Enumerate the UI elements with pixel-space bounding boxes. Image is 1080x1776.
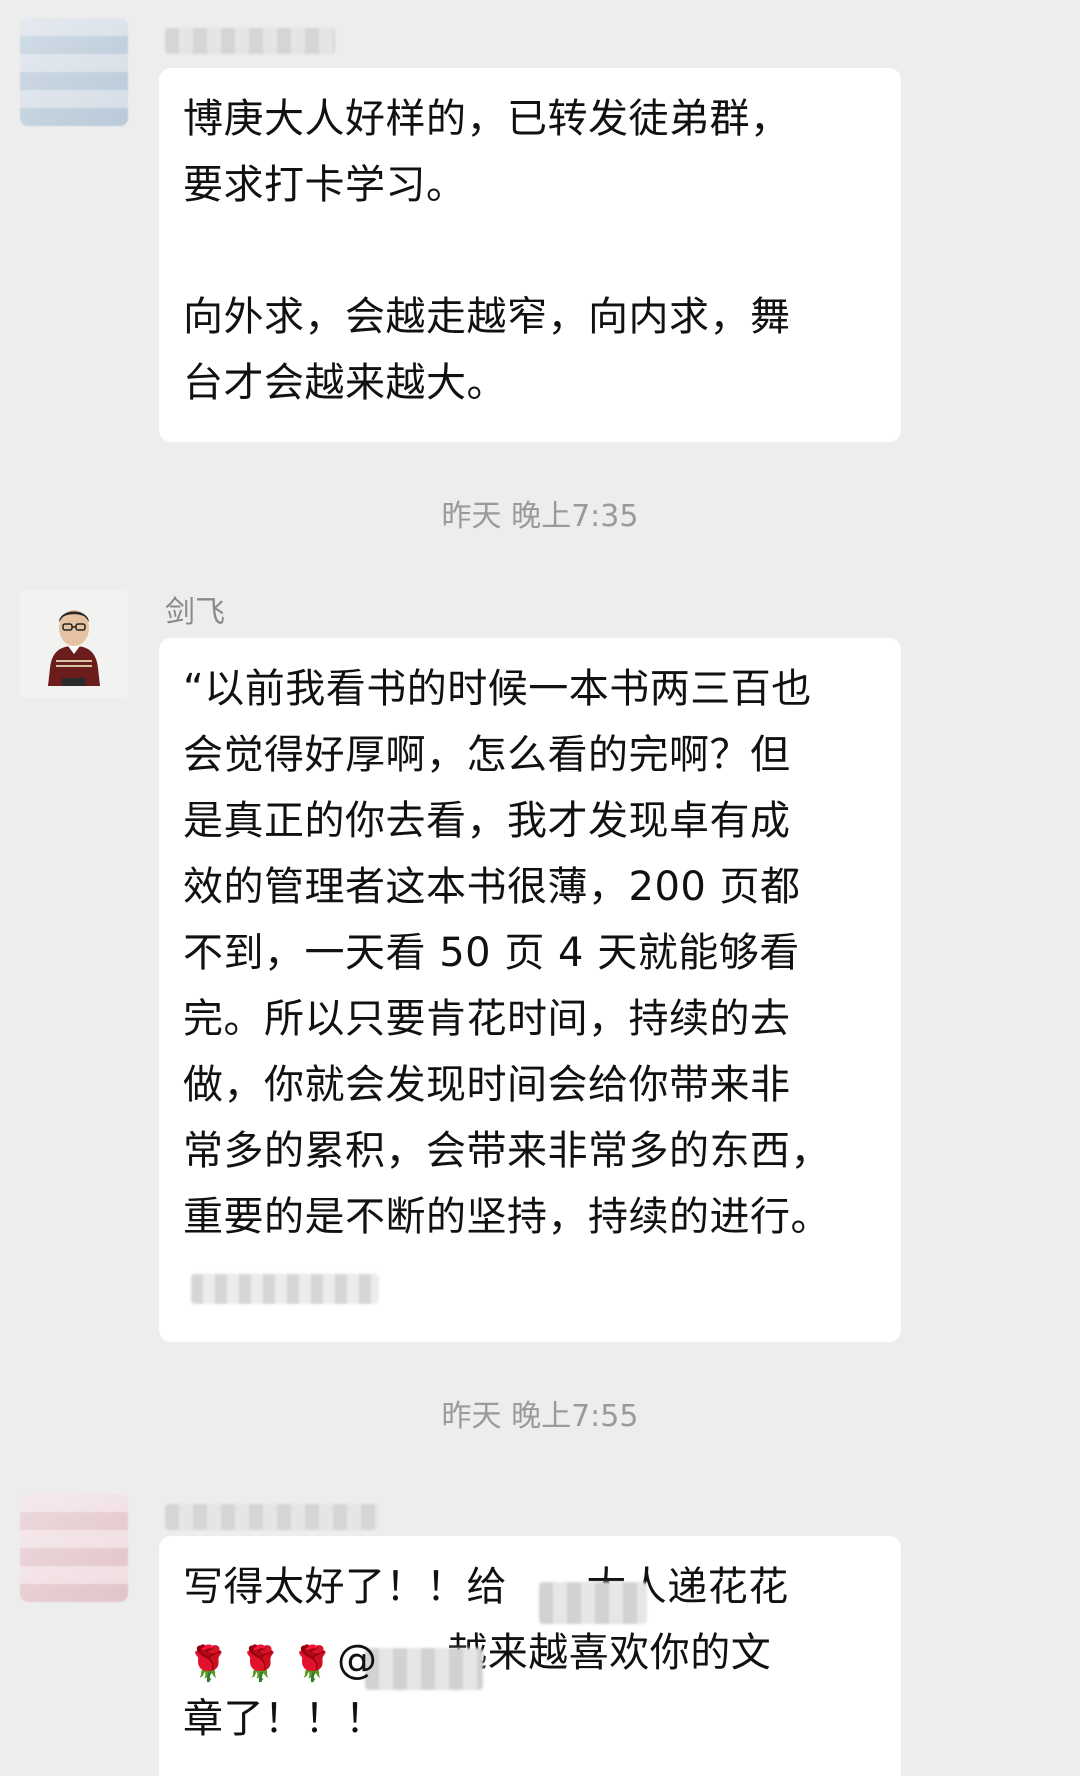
timestamp: 昨天 晚上7:55: [441, 1399, 639, 1434]
sender-name-blurred: [165, 28, 335, 54]
mention-blurred: [539, 1582, 647, 1624]
timestamp: 昨天 晚上7:35: [441, 499, 639, 534]
avatar[interactable]: [20, 1494, 128, 1602]
mention-blurred: [365, 1648, 483, 1690]
message-text: 写得太好了！！给 大人递花花 越来越喜欢你的文 章了！！！: [183, 1564, 789, 1742]
rose-icon: 🌹: [291, 1644, 334, 1684]
chat-window: 博庚大人好样的，已转发徒弟群， 要求打卡学习。 向外求，会越走越窄，向内求，舞 …: [0, 0, 1080, 1776]
message-text: “以前我看书的时候一本书两三百也 会觉得好厚啊，怎么看的完啊？但 是真正的你去看…: [183, 666, 831, 1240]
avatar[interactable]: [20, 18, 128, 126]
person-photo-avatar: [20, 590, 128, 698]
sender-name-blurred: [165, 1504, 379, 1530]
sender-name: 剑飞: [165, 595, 225, 630]
avatar[interactable]: [20, 590, 128, 698]
message-text: 博庚大人好样的，已转发徒弟群， 要求打卡学习。 向外求，会越走越窄，向内求，舞 …: [183, 96, 791, 406]
rose-icon: 🌹: [187, 1644, 230, 1684]
mention-at: @: [337, 1637, 377, 1683]
message-bubble[interactable]: 写得太好了！！给 大人递花花 越来越喜欢你的文 章了！！！ 🌹 🌹 🌹 @: [159, 1536, 901, 1776]
blurred-signature: [191, 1274, 379, 1304]
message-bubble[interactable]: 博庚大人好样的，已转发徒弟群， 要求打卡学习。 向外求，会越走越窄，向内求，舞 …: [159, 68, 901, 442]
rose-icon: 🌹: [239, 1644, 282, 1684]
message-bubble[interactable]: “以前我看书的时候一本书两三百也 会觉得好厚啊，怎么看的完啊？但 是真正的你去看…: [159, 638, 901, 1342]
